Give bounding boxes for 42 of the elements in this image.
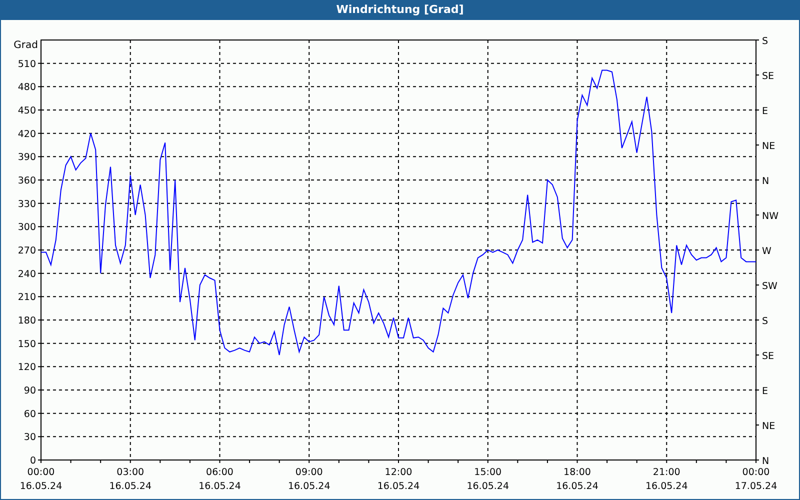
window-title: Windrichtung [Grad] <box>336 2 464 18</box>
y-tick-label: 30 <box>24 432 36 444</box>
y-tick-label: 270 <box>18 246 36 256</box>
y-tick-label: 180 <box>18 316 36 326</box>
compass-label: E <box>762 106 768 117</box>
y-tick-label: 360 <box>18 176 36 186</box>
compass-label: SE <box>762 351 774 362</box>
x-tick-label: 12:00 16.05.24 <box>377 467 420 492</box>
y-tick-label: 150 <box>18 338 36 350</box>
y-tick-label: 450 <box>18 106 36 116</box>
y-tick-label: 300 <box>18 222 36 234</box>
compass-label: NE <box>762 141 776 152</box>
x-tick-label: 03:00 16.05.24 <box>109 467 152 492</box>
compass-label: NW <box>762 211 778 222</box>
x-tick-label: 00:00 16.05.24 <box>20 467 62 492</box>
x-tick-label: 21:00 16.05.24 <box>645 467 688 492</box>
x-tick-label: 00:00 17.05.24 <box>734 467 778 492</box>
compass-label: N <box>762 456 770 467</box>
y-tick-label: 510 <box>18 58 36 70</box>
y-tick-label: 330 <box>18 198 36 210</box>
x-tick-label: 15:00 16.05.24 <box>466 467 510 492</box>
compass-label: SW <box>762 281 778 292</box>
y-tick-label: 90 <box>24 386 36 396</box>
x-tick-label: 06:00 16.05.24 <box>198 467 241 492</box>
y-tick-label: 120 <box>18 362 36 374</box>
compass-label: SE <box>762 71 774 82</box>
compass-label: N <box>762 176 770 187</box>
y-tick-label: 240 <box>18 268 36 280</box>
compass-label: E <box>762 386 768 397</box>
compass-label: S <box>762 36 768 47</box>
compass-label: W <box>762 246 772 257</box>
y-tick-label: 420 <box>18 128 36 140</box>
x-tick-label: 18:00 16.05.24 <box>556 467 598 492</box>
compass-label: S <box>762 316 768 327</box>
y-axis-title: Grad <box>14 40 38 51</box>
y-tick-label: 390 <box>18 152 36 164</box>
compass-label: NE <box>762 421 776 432</box>
y-tick-label: 0 <box>30 456 36 466</box>
y-tick-label: 60 <box>24 408 36 420</box>
y-tick-label: 480 <box>18 82 36 94</box>
x-tick-label: 09:00 16.05.24 <box>288 467 330 492</box>
y-tick-label: 210 <box>18 292 36 304</box>
